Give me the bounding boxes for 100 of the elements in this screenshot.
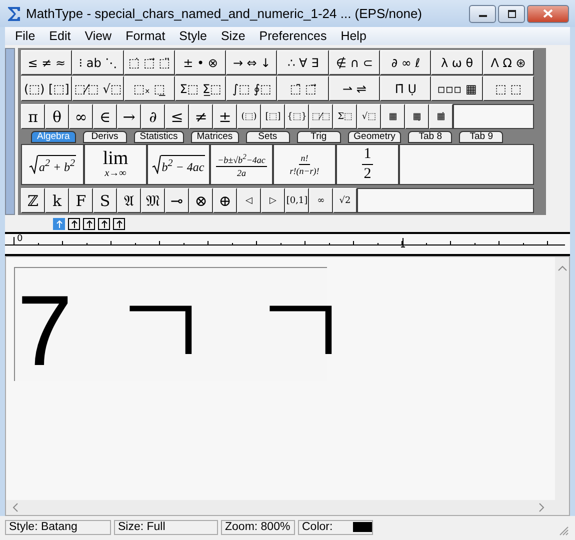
template-button[interactable]: b$^{2}$ − 4ac — [147, 144, 210, 185]
scroll-up-icon[interactable] — [558, 265, 566, 271]
menu-item[interactable]: Preferences — [252, 29, 334, 43]
palette-button[interactable]: Λ Ω ⊛ — [482, 50, 534, 75]
symbol-button[interactable]: k — [45, 188, 69, 213]
symbol-button[interactable]: ⬚⁄⬚ — [309, 104, 333, 129]
close-icon — [543, 9, 553, 18]
symbol-button[interactable]: 𝔐 — [141, 188, 165, 213]
symbol-button[interactable]: θ — [45, 104, 69, 129]
palette-tab[interactable]: Geometry — [348, 131, 402, 143]
palette-button[interactable]: λ ω θ — [431, 50, 483, 75]
symbol-button[interactable]: {⬚} — [285, 104, 309, 129]
symbol-button[interactable]: ⊸ — [165, 188, 189, 213]
symbol-button[interactable]: ℤ — [21, 188, 45, 213]
symbol-button[interactable]: ⊕ — [213, 188, 237, 213]
palette-button[interactable]: ⬚ₓ ⬚̲ — [124, 76, 175, 101]
symbol-button[interactable]: ± — [213, 104, 237, 129]
palette-button[interactable]: ∫⬚ ∮⬚ — [226, 76, 278, 101]
symbol-button[interactable]: ▦ — [381, 104, 405, 129]
palette-button[interactable]: ⬚̄ ⬚⃗ — [277, 76, 329, 101]
sigma-icon — [6, 6, 22, 22]
radical-icon — [152, 154, 161, 174]
vertical-scrollbar[interactable] — [555, 257, 569, 500]
resize-grip-icon[interactable] — [559, 526, 569, 536]
palette-tab[interactable]: Tab 9 — [459, 131, 504, 143]
menu-item[interactable]: Format — [118, 29, 172, 43]
symbol-button[interactable]: ▦̇ — [429, 104, 453, 129]
equation-character: 7 — [17, 281, 73, 381]
menu-item[interactable]: Help — [334, 29, 374, 43]
up-arrow-icon — [100, 220, 108, 228]
symbol-button[interactable]: S — [93, 188, 117, 213]
symbol-button[interactable]: ▷ — [261, 188, 285, 213]
symbol-button[interactable]: [⬚] — [261, 104, 285, 129]
template-button[interactable]: a$^{2}$ + b$^{2}$ — [21, 144, 84, 185]
maximize-button[interactable] — [498, 4, 525, 22]
palette-button[interactable]: ⇀ ⇌ — [328, 76, 380, 101]
symbol-button[interactable]: → — [117, 104, 141, 129]
symbol-button[interactable]: Σ⬚ — [333, 104, 357, 129]
minimize-button[interactable] — [469, 4, 496, 22]
template-button[interactable]: 1 2 — [336, 144, 399, 185]
menu-item[interactable]: View — [78, 29, 119, 43]
menu-item[interactable]: Edit — [42, 29, 78, 43]
symbol-button[interactable]: ◁ — [237, 188, 261, 213]
close-button[interactable] — [527, 4, 569, 22]
symbol-button[interactable]: F — [69, 188, 93, 213]
palette-tab[interactable]: Tab 8 — [408, 131, 452, 143]
symbol-button[interactable]: [0,1] — [285, 188, 309, 213]
scroll-left-icon[interactable] — [12, 503, 18, 512]
palette-tab[interactable]: Statistics — [134, 131, 184, 143]
palette-button[interactable]: Σ⬚ Σ̲⬚ — [174, 76, 226, 101]
palette-button[interactable]: ▫▫▫ ▦ — [431, 76, 483, 101]
symbol-button[interactable]: ∞ — [69, 104, 93, 129]
palette-button[interactable]: ⬚⁄⬚ √⬚ — [72, 76, 124, 101]
template-button[interactable]: lim x→∞ — [84, 144, 147, 185]
spacing-button[interactable] — [68, 218, 80, 230]
template-button[interactable]: −b±√b$^{2}$−4ac 2a — [210, 144, 273, 185]
toolbar-handle[interactable] — [5, 48, 15, 215]
status-zoom: Zoom: 800% — [221, 520, 295, 534]
palette-button[interactable]: ∉ ∩ ⊂ — [328, 50, 380, 75]
spacing-button[interactable] — [113, 218, 125, 230]
template-expression: b$^{2}$ − 4ac — [160, 154, 206, 174]
menu-item[interactable]: File — [8, 29, 42, 43]
spacing-button[interactable] — [83, 218, 95, 230]
palette-tab[interactable]: Trig — [296, 131, 341, 143]
palette-tab[interactable]: Derivs — [82, 131, 127, 143]
symbol-button[interactable]: ≤ — [165, 104, 189, 129]
symbol-button[interactable]: √2 — [333, 188, 357, 213]
palette-button[interactable]: ± • ⊗ — [174, 50, 226, 75]
menu-item[interactable]: Style — [172, 29, 214, 43]
palette-button[interactable]: ⬚ ⬚ — [482, 76, 534, 101]
symbol-button[interactable]: ≠ — [189, 104, 213, 129]
horizontal-scrollbar[interactable] — [6, 500, 569, 515]
symbol-button[interactable]: ∂ — [141, 104, 165, 129]
palette-button[interactable]: ∴ ∀ ∃ — [277, 50, 329, 75]
palette-button[interactable]: → ⇔ ↓ — [226, 50, 278, 75]
palette-button[interactable]: ∂ ∞ ℓ — [380, 50, 432, 75]
symbol-button[interactable]: √⬚ — [357, 104, 381, 129]
menu-item[interactable]: Size — [214, 29, 252, 43]
palette-button[interactable]: ⁝ ab ⋱ — [72, 50, 124, 75]
symbol-button[interactable]: ⊗ — [189, 188, 213, 213]
palette-tab[interactable]: Sets — [246, 131, 290, 143]
up-arrow-icon — [114, 220, 124, 228]
scroll-right-icon[interactable] — [539, 503, 545, 512]
ruler-label: 0 — [17, 234, 23, 244]
template-button[interactable]: n! r!(n−r)! — [273, 144, 336, 185]
symbol-button[interactable]: ∞ — [309, 188, 333, 213]
maximize-icon — [506, 10, 516, 18]
symbol-button[interactable]: 𝔄 — [117, 188, 141, 213]
up-arrow-icon — [54, 220, 64, 228]
symbol-button[interactable]: ▦̣ — [405, 104, 429, 129]
palette-tab[interactable]: Matrices — [190, 131, 239, 143]
symbol-button[interactable]: ∈ — [93, 104, 117, 129]
palette-button[interactable]: ≤ ≠ ≈ — [21, 50, 72, 75]
template-expression: a$^{2}$ + b$^{2}$ — [38, 154, 76, 174]
palette-button[interactable]: ⬚̇ ⬚⃗ ⬚̈ — [124, 50, 175, 75]
palette-button[interactable]: (⬚) [⬚] — [21, 76, 72, 101]
symbol-button[interactable]: (⬚) — [237, 104, 261, 129]
spacing-button[interactable] — [98, 218, 110, 230]
palette-button[interactable]: Π̄ Ụ — [380, 76, 432, 101]
symbol-button[interactable]: π — [21, 104, 45, 129]
